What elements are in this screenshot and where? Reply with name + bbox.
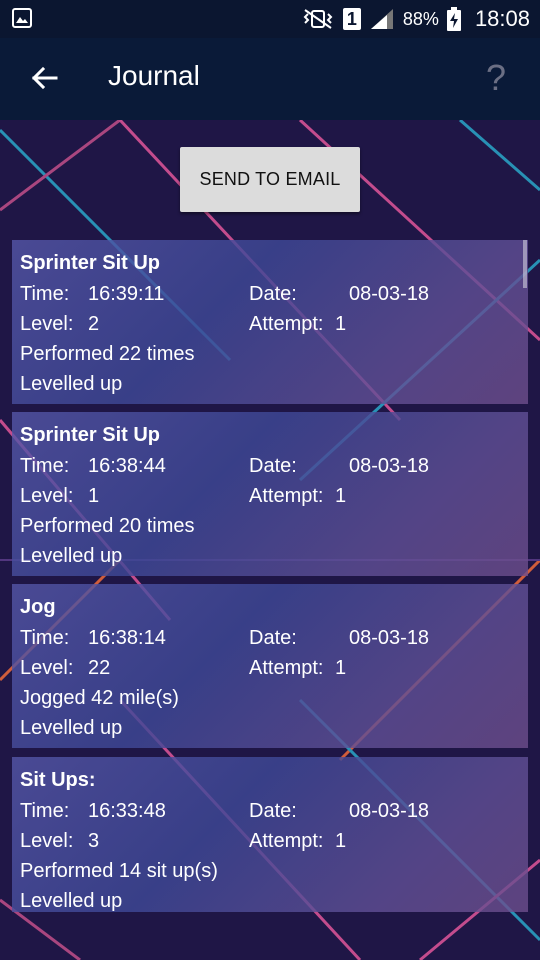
date-value: 08-03-18: [349, 800, 430, 822]
time-value: 16:33:48: [88, 800, 166, 822]
entry-title: Sprinter Sit Up: [20, 252, 161, 274]
entry-date: Date: 08-03-18: [249, 283, 429, 306]
level-label: Level:: [20, 313, 74, 335]
attempt-value: 1: [335, 485, 347, 507]
entry-detail: Jogged 42 mile(s): [20, 687, 179, 709]
entry-level: Level: 2: [20, 313, 99, 336]
entry-detail: Performed 20 times: [20, 515, 195, 537]
battery-charging-icon: [446, 7, 461, 31]
journal-entry[interactable]: Sit Ups: Time: 16:33:48 Date: 08-03-18 Lev…: [12, 757, 528, 912]
attempt-value: 1: [335, 830, 347, 852]
journal-entry[interactable]: Jog Time: 16:38:14 Date: 08-03-18 Level: 22…: [12, 584, 528, 748]
arrow-left-icon: [31, 66, 58, 90]
entry-time: Time: 16:38:44: [20, 455, 166, 478]
date-value: 08-03-18: [349, 455, 430, 477]
attempt-label: Attempt:: [249, 313, 324, 335]
battery-percent: 88%: [402, 8, 439, 29]
journal-list[interactable]: Sprinter Sit Up Time: 16:39:11 Date: 08-03…: [12, 240, 528, 912]
time-label: Time:: [20, 627, 70, 649]
date-label: Date:: [249, 800, 297, 822]
date-label: Date:: [249, 283, 297, 305]
app-bar: Journal ?: [0, 38, 540, 120]
journal-entry[interactable]: Sprinter Sit Up Time: 16:38:44 Date: 08-03…: [12, 412, 528, 576]
journal-entry[interactable]: Sprinter Sit Up Time: 16:39:11 Date: 08-03…: [12, 240, 528, 404]
entry-date: Date: 08-03-18: [249, 800, 429, 823]
vibrate-mute-icon: [303, 9, 333, 29]
entry-attempt: Attempt: 1: [249, 313, 346, 336]
entry-status: Levelled up: [20, 890, 123, 912]
time-value: 16:38:14: [88, 627, 166, 649]
attempt-label: Attempt:: [249, 485, 324, 507]
entry-attempt: Attempt: 1: [249, 830, 346, 853]
status-icons: 1 88% 18:08: [301, 0, 530, 38]
signal-icon: [370, 9, 393, 29]
attempt-label: Attempt:: [249, 830, 324, 852]
entry-status: Levelled up: [20, 545, 123, 567]
status-bar: 1 88% 18:08: [0, 0, 540, 38]
entry-title: Sprinter Sit Up: [20, 424, 161, 446]
date-label: Date:: [249, 627, 297, 649]
attempt-value: 1: [335, 657, 347, 679]
level-label: Level:: [20, 830, 74, 852]
entry-detail: Performed 22 times: [20, 343, 195, 365]
level-value: 2: [88, 313, 100, 335]
sim-slot-badge: 1: [342, 8, 361, 30]
entry-title: Jog: [20, 596, 56, 618]
entry-level: Level: 3: [20, 830, 99, 853]
scrollbar-thumb[interactable]: [523, 240, 527, 288]
entry-time: Time: 16:33:48: [20, 800, 166, 823]
time-label: Time:: [20, 455, 70, 477]
entry-attempt: Attempt: 1: [249, 485, 346, 508]
entry-time: Time: 16:39:11: [20, 283, 164, 306]
level-value: 1: [88, 485, 100, 507]
entry-level: Level: 22: [20, 657, 110, 680]
page-title: Journal: [108, 60, 200, 91]
help-button[interactable]: ?: [474, 56, 518, 100]
entry-status: Levelled up: [20, 717, 123, 739]
gallery-icon: [12, 8, 32, 28]
back-button[interactable]: [22, 56, 66, 100]
entry-attempt: Attempt: 1: [249, 657, 346, 680]
level-label: Level:: [20, 657, 74, 679]
attempt-label: Attempt:: [249, 657, 324, 679]
time-value: 16:38:44: [88, 455, 166, 477]
date-label: Date:: [249, 455, 297, 477]
clock: 18:08: [474, 6, 530, 31]
send-to-email-button[interactable]: SEND TO EMAIL: [180, 147, 360, 212]
time-label: Time:: [20, 283, 70, 305]
entry-time: Time: 16:38:14: [20, 627, 166, 650]
time-label: Time:: [20, 800, 70, 822]
date-value: 08-03-18: [349, 627, 430, 649]
level-value: 22: [88, 657, 111, 679]
level-value: 3: [88, 830, 100, 852]
level-label: Level:: [20, 485, 74, 507]
entry-date: Date: 08-03-18: [249, 627, 429, 650]
time-value: 16:39:11: [88, 283, 165, 305]
attempt-value: 1: [335, 313, 347, 335]
entry-status: Levelled up: [20, 373, 123, 395]
entry-title: Sit Ups:: [20, 769, 96, 791]
entry-detail: Performed 14 sit up(s): [20, 860, 218, 882]
date-value: 08-03-18: [349, 283, 430, 305]
entry-date: Date: 08-03-18: [249, 455, 429, 478]
entry-level: Level: 1: [20, 485, 99, 508]
question-mark-icon: ?: [485, 57, 507, 98]
